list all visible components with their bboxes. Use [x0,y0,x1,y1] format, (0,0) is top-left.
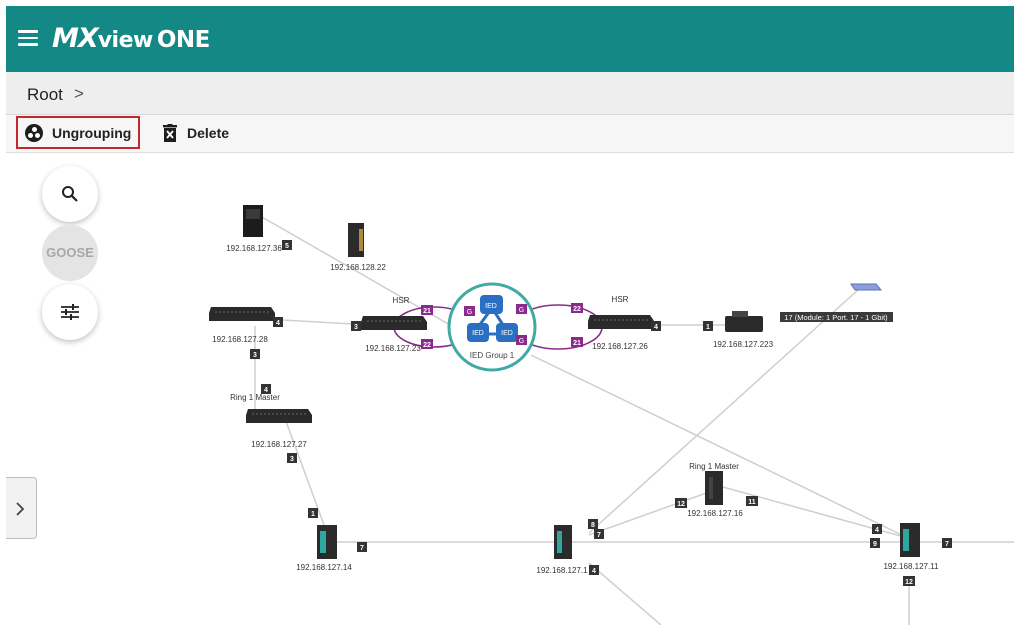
device-ip-label: 192.168.127.26 [592,342,648,351]
ied-label: IED [472,330,484,337]
device-ip-label: 192.168.127.14 [296,563,352,572]
svg-text:3: 3 [253,352,257,359]
search-icon [62,186,78,202]
device-192-168-127-27[interactable]: Ring 1 Master 192.168.127.27 [230,393,312,449]
svg-text:3: 3 [354,324,358,331]
port-badges: 5 4 3 21 22 22 21 4 1 3 4 3 1 7 8 7 4 12… [250,240,952,586]
hsr-label: HSR [612,295,629,304]
app-logo: MXview ONE [52,23,210,54]
chevron-right-icon [16,502,25,516]
svg-text:1: 1 [311,511,315,518]
device-192-168-127-14[interactable]: 192.168.127.14 [296,525,352,572]
search-fab[interactable] [42,166,98,222]
device-192-168-127-23[interactable]: 192.168.127.23 HSR [361,296,427,353]
svg-text:4: 4 [592,568,596,575]
topology-canvas[interactable]: IED IED IED IED Group 1 G G G 192.168.12… [6,153,1014,625]
filter-fab[interactable] [42,284,98,340]
device-ip-label: 192.168.127.16 [687,509,743,518]
side-panel-toggle[interactable] [6,477,37,539]
svg-text:G: G [467,309,472,316]
port-tooltip: 17 (Module: 1 Port. 17 - 1 Gbit) [784,313,888,322]
device-192-168-127-1x[interactable]: 192.168.127.1 [536,525,588,575]
svg-text:3: 3 [290,456,294,463]
ied-label: IED [485,303,497,310]
toolbar: Ungrouping Delete [6,115,1014,153]
breadcrumb-root[interactable]: Root [27,85,63,105]
device-192-168-127-26[interactable]: 192.168.127.26 HSR [588,295,654,351]
device-ip-label: 192.168.127.1 [536,566,588,575]
device-192-168-127-28[interactable]: 192.168.127.28 [209,307,275,344]
ungrouping-button[interactable]: Ungrouping [16,116,140,149]
topology-graph[interactable]: IED IED IED IED Group 1 G G G 192.168.12… [6,153,1014,625]
device-ip-label: 192.168.128.22 [330,263,386,272]
device-192-168-127-36[interactable]: 192.168.127.36 [226,205,282,253]
svg-text:7: 7 [597,532,601,539]
device-ip-label: 192.168.127.23 [365,344,421,353]
ring-master-label: Ring 1 Master [230,393,280,402]
svg-text:5: 5 [285,243,289,250]
delete-button[interactable]: Delete [156,116,236,149]
delete-icon [163,124,177,142]
ied-group-label: IED Group 1 [470,351,515,360]
device-ip-label: 192.168.127.11 [883,562,939,571]
svg-text:12: 12 [677,501,685,508]
hsr-label: HSR [393,296,410,305]
goose-fab[interactable]: GOOSE [42,225,98,281]
device-192-168-127-223[interactable]: 192.168.127.223 [713,311,774,349]
ring-master-label: Ring 1 Master [689,462,739,471]
ungroup-icon [25,124,43,142]
device-ip-label: 192.168.127.223 [713,340,774,349]
svg-text:7: 7 [945,541,949,548]
svg-text:21: 21 [423,308,431,315]
svg-text:22: 22 [573,306,581,313]
top-app-bar: MXview ONE [6,6,1014,72]
svg-text:4: 4 [264,387,268,394]
svg-text:9: 9 [873,541,877,548]
tune-icon [61,304,79,320]
svg-text:G: G [519,307,524,314]
svg-text:12: 12 [905,579,913,586]
device-ip-label: 192.168.127.27 [251,440,307,449]
ied-label: IED [501,330,513,337]
device-tooltip-switch[interactable]: 17 (Module: 1 Port. 17 - 1 Gbit) [780,283,893,322]
svg-text:21: 21 [573,340,581,347]
svg-text:4: 4 [875,527,879,534]
device-ip-label: 192.168.127.36 [226,244,282,253]
svg-text:1: 1 [706,324,710,331]
menu-icon[interactable] [18,30,38,46]
app-window: MXview ONE Root > Ungrouping Delete IED … [6,6,1014,625]
svg-text:4: 4 [654,324,658,331]
ungrouping-label: Ungrouping [52,125,132,141]
svg-text:11: 11 [748,499,756,506]
svg-text:22: 22 [423,342,431,349]
delete-label: Delete [187,125,230,141]
svg-text:4: 4 [276,320,280,327]
breadcrumb: Root > [6,72,1014,115]
svg-text:G: G [519,338,524,345]
svg-text:8: 8 [591,522,595,529]
device-ip-label: 192.168.127.28 [212,335,268,344]
svg-text:7: 7 [360,545,364,552]
device-192-168-128-22[interactable]: 192.168.128.22 [330,223,386,272]
breadcrumb-chevron-icon: > [74,84,84,103]
ied-group[interactable]: IED IED IED IED Group 1 [447,282,537,372]
goose-label: GOOSE [46,245,94,260]
